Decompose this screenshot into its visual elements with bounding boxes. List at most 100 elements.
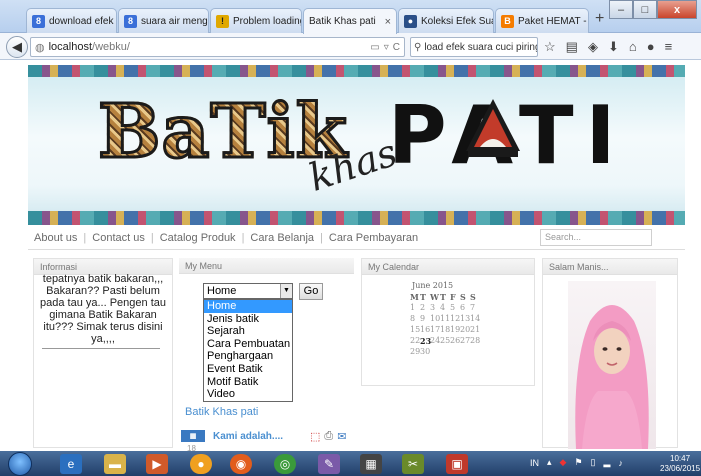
new-tab-button[interactable]: +	[595, 10, 604, 28]
calendar-day[interactable]: 25	[440, 336, 450, 347]
app-orange-icon[interactable]: ●	[190, 454, 212, 474]
calendar-day[interactable]: 17	[430, 325, 440, 336]
tab-suara-air[interactable]: 8 suara air mengal...	[118, 8, 209, 33]
flag-icon[interactable]: ⚑	[574, 457, 582, 468]
internet-explorer-icon[interactable]: e	[60, 454, 82, 474]
volume-icon[interactable]: ♪	[618, 458, 623, 468]
tab-problem-loading[interactable]: ! Problem loading...	[210, 8, 302, 33]
reader-icon[interactable]: ▭	[370, 42, 379, 53]
menu-option-home[interactable]: Home	[204, 300, 292, 313]
menu-option-sejarah[interactable]: Sejarah	[204, 325, 292, 338]
calendar-day[interactable]: 21	[470, 325, 480, 336]
paint-icon[interactable]: ✎	[318, 454, 340, 474]
article-title[interactable]: Kami adalah....	[213, 431, 283, 442]
calendar-day[interactable]: 5	[450, 303, 460, 314]
calendar-day[interactable]: 16	[420, 325, 430, 336]
chat-icon[interactable]: ●	[647, 39, 655, 55]
tools-icon[interactable]: ✂	[402, 454, 424, 474]
clock[interactable]: 10:47 23/06/2015	[660, 454, 700, 474]
calendar-day[interactable]: 26	[450, 336, 460, 347]
tab-koleksi-efek[interactable]: ● Koleksi Efek Suar...	[398, 8, 494, 33]
menu-icon[interactable]: ≡	[665, 39, 673, 55]
minimize-button[interactable]: –	[609, 0, 633, 19]
calendar-day[interactable]: 12	[450, 314, 460, 325]
batik-khas-pati-link[interactable]: Batik Khas pati	[185, 406, 258, 418]
nav-about-us[interactable]: About us	[34, 232, 77, 244]
calendar-day[interactable]: 14	[470, 314, 480, 325]
close-window-button[interactable]: x	[657, 0, 697, 19]
menu-select[interactable]: Home ▼	[203, 283, 293, 299]
nav-catalog-produk[interactable]: Catalog Produk	[160, 232, 236, 244]
url-path: /webku/	[92, 41, 130, 53]
menu-option-penghargaan[interactable]: Penghargaan	[204, 350, 292, 363]
reload-icon[interactable]: C	[393, 42, 400, 53]
chrome-icon[interactable]: ◎	[274, 454, 296, 474]
calendar-day[interactable]: 1	[410, 303, 420, 314]
nav-contact-us[interactable]: Contact us	[92, 232, 145, 244]
tab-paket-hemat[interactable]: B Paket HEMAT - ...	[495, 8, 589, 33]
calendar-app-icon[interactable]: ▦	[360, 454, 382, 474]
print-icon[interactable]: ⎙	[324, 430, 333, 443]
antivirus-icon[interactable]: ◆	[560, 457, 567, 468]
weekday: F	[450, 292, 456, 302]
home-icon[interactable]: ⌂	[629, 39, 637, 55]
calendar-day[interactable]: 30	[420, 347, 430, 358]
pocket-icon[interactable]: ◈	[588, 39, 598, 55]
calendar-day[interactable]: 27	[460, 336, 470, 347]
nav-cara-belanja[interactable]: Cara Belanja	[250, 232, 314, 244]
tray-arrow-icon[interactable]: ▴	[547, 457, 552, 468]
chevron-down-icon[interactable]: ▼	[280, 284, 292, 298]
calendar-day[interactable]: 18	[440, 325, 450, 336]
calendar-day[interactable]: 3	[430, 303, 440, 314]
file-explorer-icon[interactable]: ▬	[104, 454, 126, 474]
start-button[interactable]	[8, 452, 32, 476]
site-search-input[interactable]: Search...	[540, 229, 652, 246]
tab-batik-khas-pati[interactable]: Batik Khas pati ×	[303, 8, 397, 34]
calendar-day[interactable]: 20	[460, 325, 470, 336]
calendar-day[interactable]: 13	[460, 314, 470, 325]
go-button[interactable]: Go	[299, 283, 323, 300]
menu-option-cara-pembuatan[interactable]: Cara Pembuatan	[204, 338, 292, 351]
media-player-icon[interactable]: ▶	[146, 454, 168, 474]
calendar-day-today[interactable]: 23	[420, 336, 431, 347]
close-tab-icon[interactable]: ×	[385, 16, 391, 28]
calendar-day[interactable]: 29	[410, 347, 420, 358]
calendar-day[interactable]: 4	[440, 303, 450, 314]
menu-option-video[interactable]: Video	[204, 388, 292, 401]
search-bar[interactable]: ⚲ load efek suara cuci piring →	[410, 37, 538, 57]
menu-option-motif-batik[interactable]: Motif Batik	[204, 376, 292, 389]
firefox-icon[interactable]: ◉	[230, 454, 252, 474]
calendar-day[interactable]: 8	[410, 314, 420, 325]
language-indicator[interactable]: IN	[530, 458, 539, 468]
article-kami-adalah[interactable]: ▦ Kami adalah....	[181, 430, 283, 442]
acrobat-icon[interactable]: ▣	[446, 454, 468, 474]
calendar-day[interactable]: 10	[430, 314, 440, 325]
pdf-icon[interactable]: ⬚	[310, 430, 320, 443]
calendar-day[interactable]: 24	[430, 336, 440, 347]
download-icon[interactable]: ⬇	[608, 39, 619, 55]
bookmark-star-icon[interactable]: ☆	[544, 39, 556, 55]
menu-option-event-batik[interactable]: Event Batik	[204, 363, 292, 376]
nav-cara-pembayaran[interactable]: Cara Pembayaran	[329, 232, 418, 244]
bookmarks-list-icon[interactable]: ▤	[566, 39, 578, 55]
tab-download-efek[interactable]: 8 download efek s...	[26, 8, 117, 33]
calendar-day[interactable]: 11	[440, 314, 450, 325]
signal-icon[interactable]: ▂	[603, 457, 610, 468]
dropdown-icon[interactable]: ▿	[384, 42, 389, 53]
clock-time: 10:47	[670, 454, 691, 463]
maximize-button[interactable]: □	[633, 0, 657, 19]
calendar-day[interactable]: 22	[410, 336, 420, 347]
battery-icon[interactable]: ▯	[591, 457, 596, 468]
calendar-day[interactable]: 2	[420, 303, 430, 314]
back-button[interactable]: ◀	[6, 36, 28, 58]
calendar-day[interactable]: 6	[460, 303, 470, 314]
calendar-day[interactable]: 9	[420, 314, 430, 325]
calendar-day[interactable]: 7	[470, 303, 480, 314]
menu-option-jenis-batik[interactable]: Jenis batik	[204, 313, 292, 326]
url-bar[interactable]: ◍ localhost/webku/ ▭ ▿ C	[30, 37, 405, 57]
email-icon[interactable]: ✉	[337, 430, 346, 443]
calendar-day[interactable]: 19	[450, 325, 460, 336]
tab-label: Koleksi Efek Suar...	[421, 15, 493, 27]
calendar-day[interactable]: 28	[470, 336, 480, 347]
calendar-day[interactable]: 15	[410, 325, 420, 336]
